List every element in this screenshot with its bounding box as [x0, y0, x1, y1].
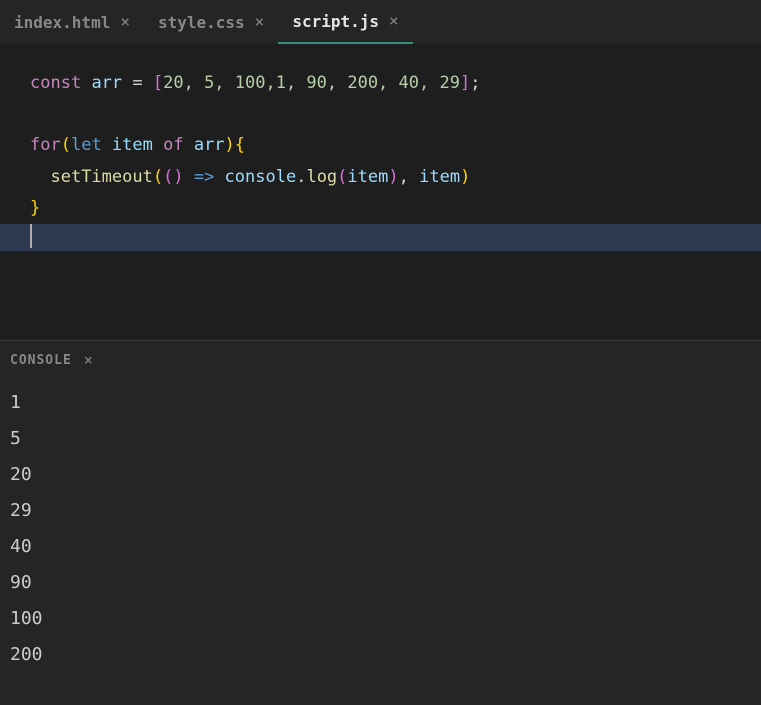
dot: .: [296, 167, 306, 187]
variable: arr: [91, 73, 122, 93]
tab-style-css[interactable]: style.css ×: [144, 0, 278, 44]
code-line-empty: [0, 99, 761, 130]
code-line: setTimeout(() => console.log(item), item…: [0, 162, 761, 193]
code-line: }: [0, 193, 761, 224]
text-cursor: [30, 224, 32, 248]
close-icon[interactable]: ×: [255, 14, 265, 30]
keyword-const: const: [30, 73, 81, 93]
keyword-of: of: [163, 135, 183, 155]
current-line-highlight: [0, 224, 761, 251]
tab-label: style.css: [158, 13, 245, 32]
keyword-for: for: [30, 135, 61, 155]
variable: item: [102, 135, 163, 155]
console-line: 200: [10, 637, 751, 673]
function: setTimeout: [50, 167, 152, 187]
console-line: 90: [10, 565, 751, 601]
function: log: [306, 167, 337, 187]
console-line: 1: [10, 385, 751, 421]
paren: ): [460, 167, 470, 187]
close-icon[interactable]: ×: [389, 13, 399, 29]
paren: ): [173, 167, 183, 187]
indent: [30, 167, 50, 187]
numbers: 20, 5, 100,1, 90, 200, 40, 29: [163, 73, 460, 93]
bracket: ]: [460, 73, 470, 93]
paren: (: [163, 167, 173, 187]
tab-script-js[interactable]: script.js ×: [278, 0, 412, 44]
variable: item: [347, 167, 388, 187]
variable: item: [419, 167, 460, 187]
operator: =: [122, 73, 153, 93]
paren: (: [153, 167, 163, 187]
arrow: =>: [184, 167, 225, 187]
code-editor[interactable]: const arr = [20, 5, 100,1, 90, 200, 40, …: [0, 44, 761, 340]
console-line: 5: [10, 421, 751, 457]
semicolon: ;: [470, 73, 480, 93]
console-output[interactable]: 1 5 20 29 40 90 100 200: [0, 379, 761, 679]
paren: (: [337, 167, 347, 187]
console-line: 20: [10, 457, 751, 493]
keyword-let: let: [71, 135, 102, 155]
paren: ): [388, 167, 398, 187]
tab-bar: index.html × style.css × script.js ×: [0, 0, 761, 44]
close-icon[interactable]: ×: [120, 14, 130, 30]
object: console: [225, 167, 297, 187]
comma: ,: [399, 167, 419, 187]
brace: {: [235, 135, 245, 155]
bracket: [: [153, 73, 163, 93]
variable: arr: [184, 135, 225, 155]
brace: }: [30, 198, 40, 218]
console-line: 40: [10, 529, 751, 565]
paren: ): [225, 135, 235, 155]
code-line: for(let item of arr){: [0, 130, 761, 161]
console-line: 100: [10, 601, 751, 637]
console-header: CONSOLE ×: [0, 341, 761, 379]
code-line: const arr = [20, 5, 100,1, 90, 200, 40, …: [0, 68, 761, 99]
console-panel: CONSOLE × 1 5 20 29 40 90 100 200: [0, 340, 761, 705]
console-title: CONSOLE: [10, 353, 72, 368]
tab-label: index.html: [14, 13, 110, 32]
paren: (: [61, 135, 71, 155]
close-icon[interactable]: ×: [84, 351, 93, 369]
tab-index-html[interactable]: index.html ×: [0, 0, 144, 44]
tab-label: script.js: [292, 12, 379, 31]
console-line: 29: [10, 493, 751, 529]
